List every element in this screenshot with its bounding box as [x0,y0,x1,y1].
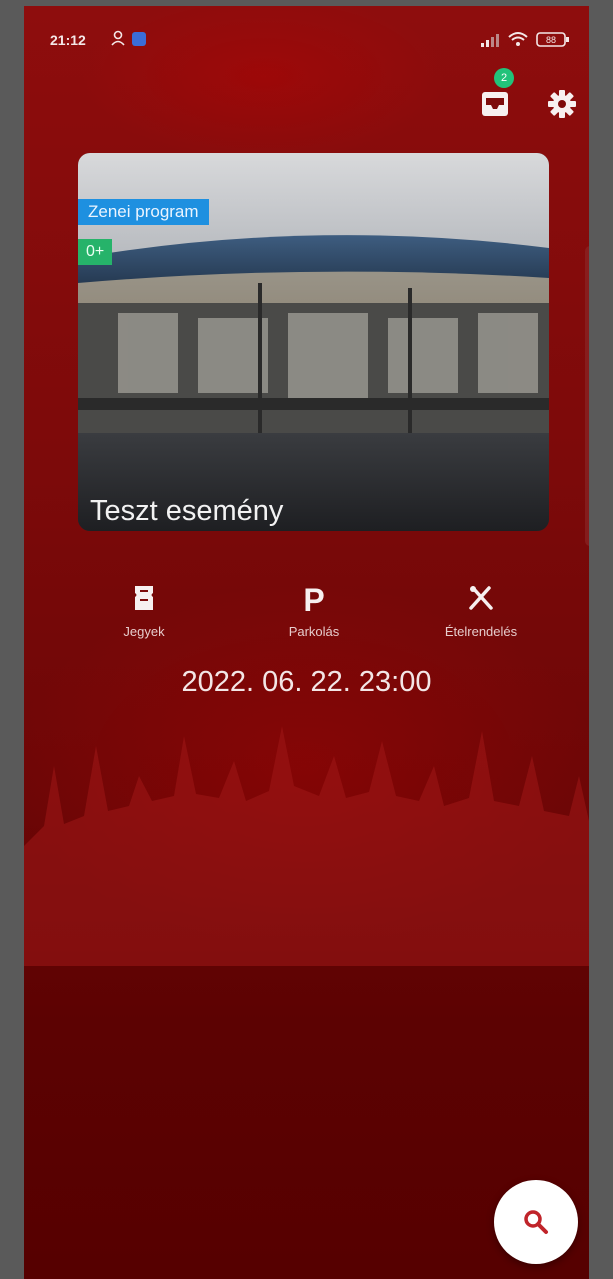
event-card[interactable]: Zenei program 0+ Teszt esemény [78,153,549,531]
search-icon [524,1210,548,1234]
age-rating-tag: 0+ [78,239,113,265]
app-screen: 21:12 88 2 Zenei program 0+ Teszt esemén… [24,6,589,1279]
parking-icon: P [303,582,324,616]
fork-knife-icon [469,586,493,610]
gear-icon[interactable] [546,88,578,120]
user-notification-icon [111,30,125,46]
tickets-label: Jegyek [123,624,165,639]
svg-text:88: 88 [546,35,556,45]
parking-label: Parkolás [288,624,340,639]
ticket-icon [135,586,153,610]
battery-icon: 88 [536,32,569,47]
crowd-background-image [24,726,589,966]
status-bar: 21:12 88 [24,6,589,66]
svg-text:P: P [303,582,324,616]
parking-button[interactable]: P Parkolás [254,580,374,639]
inbox-badge: 2 [494,68,514,88]
wifi-icon [508,32,528,46]
app-notification-icon [132,32,146,46]
search-button[interactable] [494,1180,578,1264]
signal-icon [481,34,499,47]
status-time: 21:12 [50,32,86,48]
category-tag: Zenei program [78,199,209,225]
food-order-button[interactable]: Ételrendelés [421,580,541,639]
event-title: Teszt esemény [90,495,284,527]
tickets-button[interactable]: Jegyek [84,580,204,639]
next-event-card[interactable] [585,246,589,546]
food-order-label: Ételrendelés [444,624,518,639]
inbox-icon[interactable] [477,86,513,122]
event-date: 2022. 06. 22. 23:00 [181,666,432,698]
